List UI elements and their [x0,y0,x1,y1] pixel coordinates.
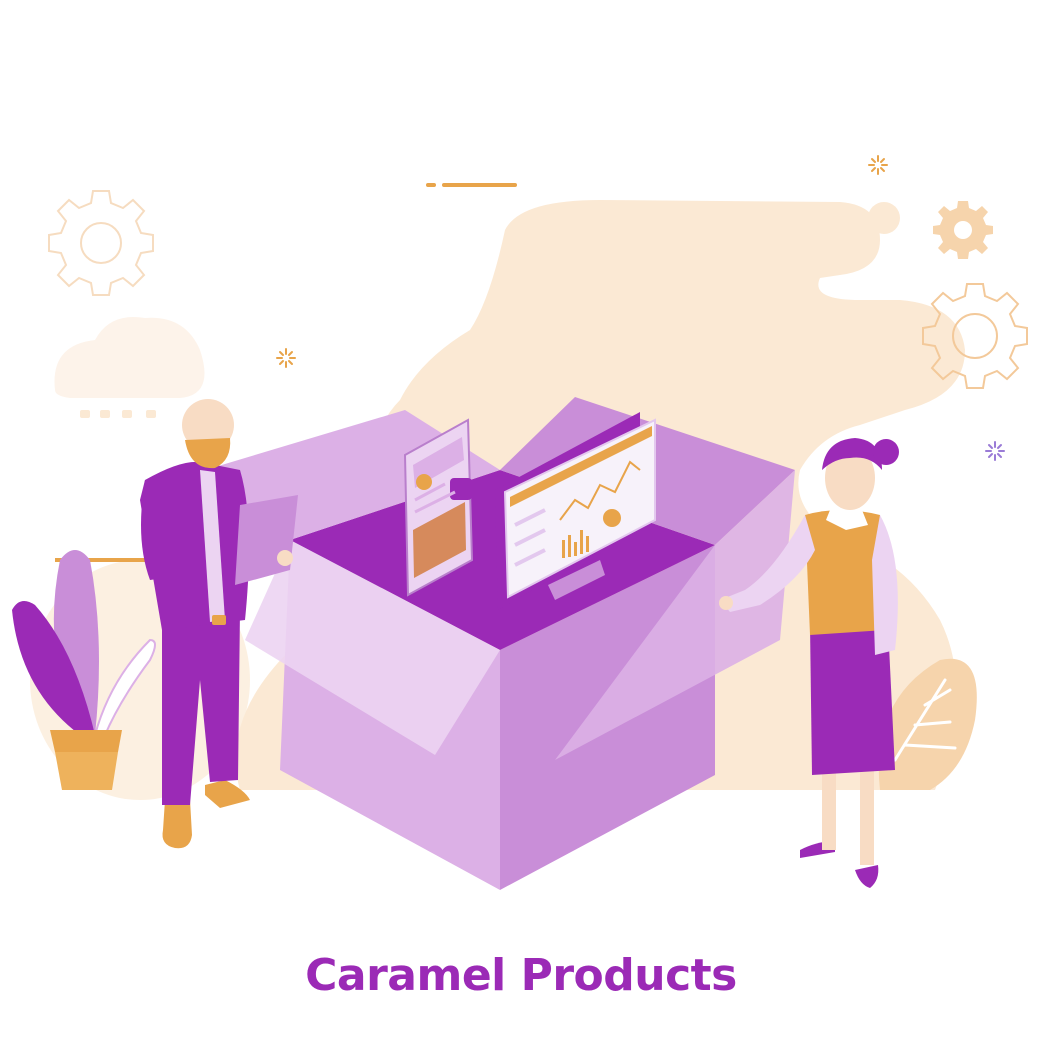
illustration [12,155,1028,890]
cloud-icon [54,316,205,418]
user-icon [450,478,472,500]
pie-chart-icon [603,509,621,527]
pie-chart-icon [416,474,432,490]
sparkle-icon [985,441,1005,461]
gear-icon [48,190,154,296]
caption-title: Caramel Products [305,950,737,1001]
product-box [205,397,795,890]
gear-icon [933,201,993,259]
